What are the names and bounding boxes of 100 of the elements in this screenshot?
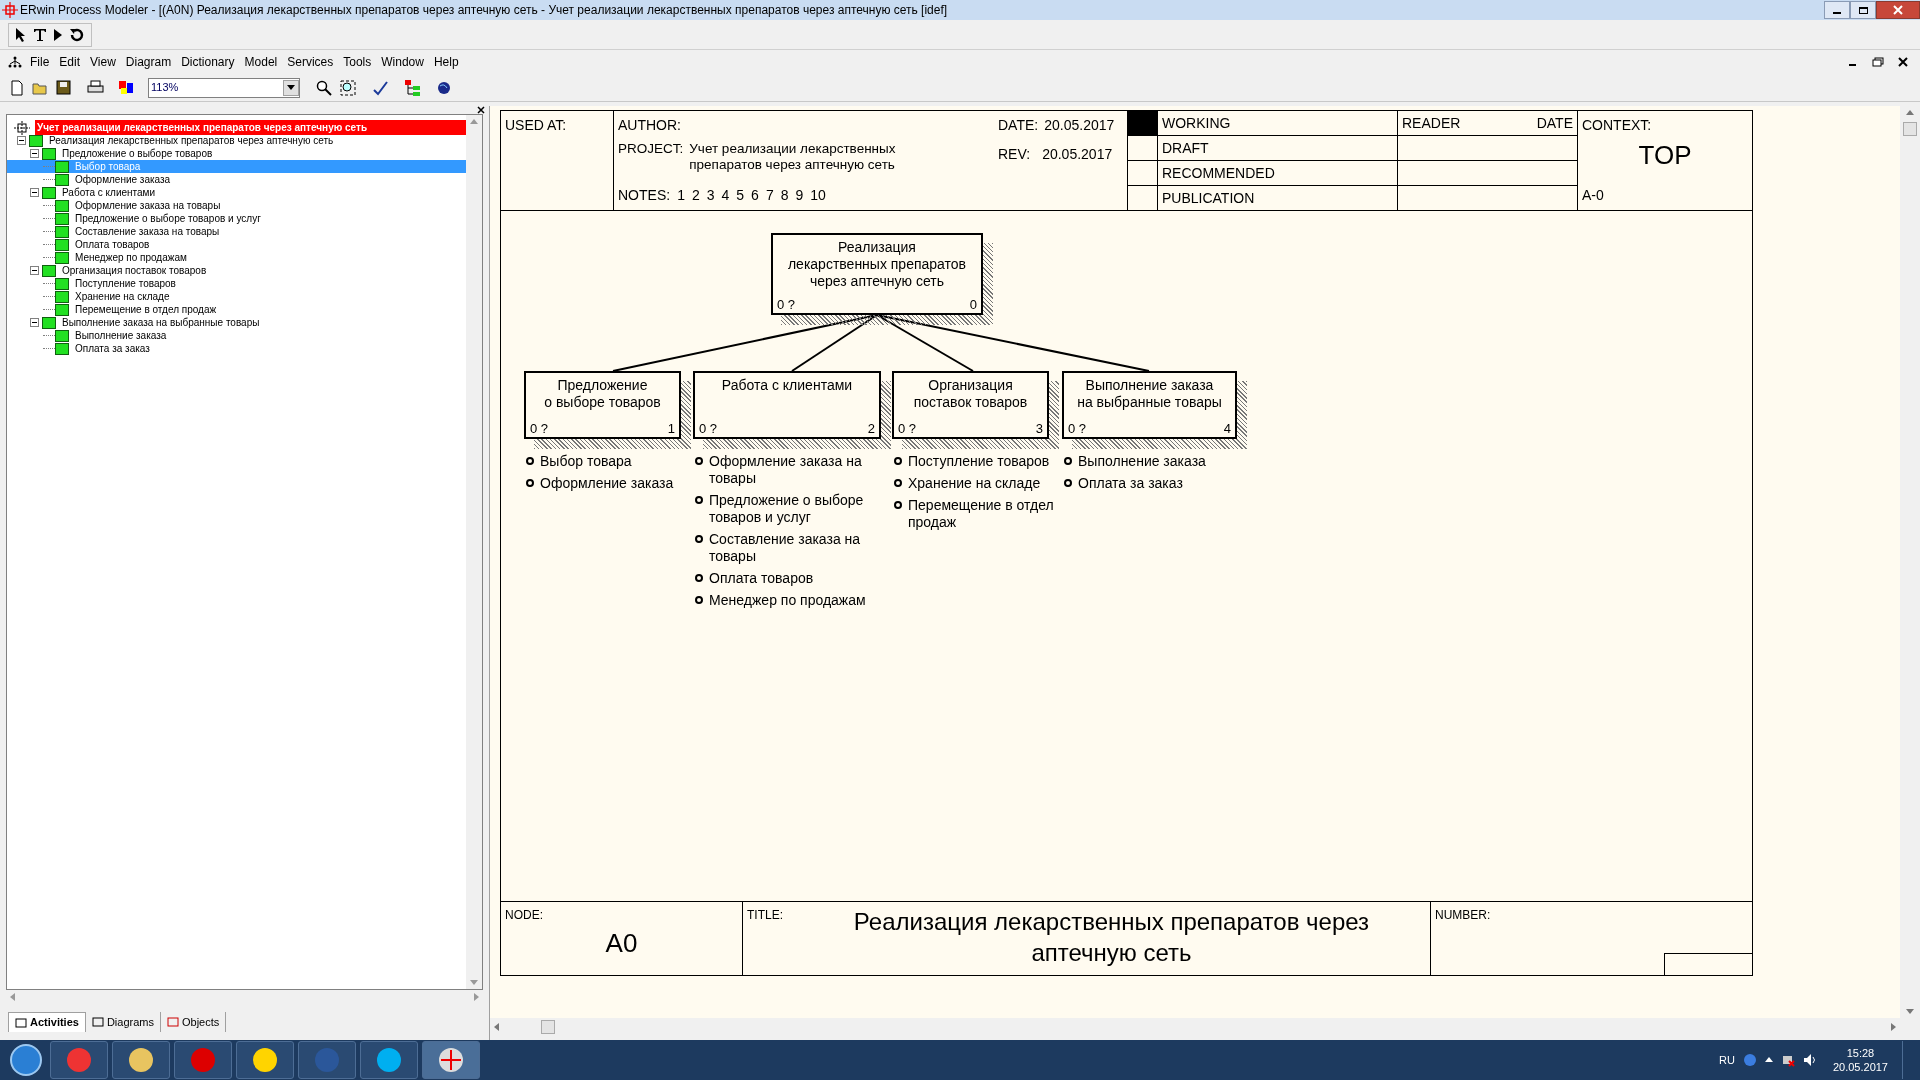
- zoom-dropdown[interactable]: 113%: [148, 77, 300, 98]
- network-icon[interactable]: [1780, 1053, 1795, 1067]
- collapse-icon[interactable]: [30, 149, 39, 158]
- menu-item[interactable]: Tools: [338, 53, 377, 71]
- note-number[interactable]: 8: [780, 185, 789, 206]
- folder-icon[interactable]: [32, 80, 48, 95]
- tree-item[interactable]: Поступление товаров: [75, 276, 176, 291]
- activity-box[interactable]: Предложение о выборе товаров 0 ? 1: [524, 371, 681, 439]
- menu-item[interactable]: Services: [282, 53, 339, 71]
- collapse-icon[interactable]: [30, 318, 39, 327]
- tree-item[interactable]: Перемещение в отдел продаж: [75, 302, 217, 317]
- tree-item[interactable]: Реализация лекарственных препаратов через аптечную сеть: [49, 133, 334, 148]
- play-icon[interactable]: [53, 27, 63, 42]
- tree-item[interactable]: Оплата за заказ: [75, 341, 150, 356]
- scroll-thumb[interactable]: [1903, 122, 1917, 136]
- activity-icon: [55, 199, 69, 212]
- scroll-thumb[interactable]: [541, 1020, 555, 1034]
- collapse-icon[interactable]: [30, 266, 39, 275]
- save-icon[interactable]: [56, 80, 71, 95]
- print-icon[interactable]: [87, 80, 104, 95]
- taskbar-app-button[interactable]: [112, 1041, 170, 1079]
- taskbar-app-button[interactable]: [360, 1041, 418, 1079]
- scroll-down-icon[interactable]: [1906, 1009, 1914, 1014]
- taskbar-app-button[interactable]: [422, 1041, 480, 1079]
- activity-icon: [55, 277, 69, 290]
- minimize-button[interactable]: [1824, 1, 1850, 19]
- activity-icon: [42, 147, 56, 160]
- zoom-fit-icon[interactable]: [340, 79, 356, 96]
- tree-item[interactable]: Составление заказа на товары: [75, 224, 220, 239]
- author-label: AUTHOR:: [618, 116, 682, 135]
- scroll-left-icon[interactable]: [494, 1023, 499, 1031]
- activity-icon: [29, 134, 43, 147]
- undo-icon[interactable]: [69, 26, 85, 43]
- model-title[interactable]: Учет реализации лекарственных препаратов через аптечную сеть: [35, 120, 466, 135]
- tree-item[interactable]: Менеджер по продажам: [75, 250, 187, 265]
- note-number[interactable]: 3: [706, 185, 715, 206]
- restore-icon[interactable]: [1872, 57, 1884, 67]
- text-tool-icon[interactable]: [33, 27, 47, 42]
- spellcheck-icon[interactable]: [372, 79, 388, 96]
- menu-item[interactable]: Window: [376, 53, 429, 71]
- activity-box[interactable]: Выполнение заказа на выбранные товары 0 ? 4: [1062, 371, 1237, 439]
- maximize-button[interactable]: [1850, 1, 1876, 19]
- bullet-icon: [1064, 479, 1072, 487]
- activity-box[interactable]: Организация поставок товаров 0 ? 3: [892, 371, 1049, 439]
- taskbar-app-button[interactable]: [236, 1041, 294, 1079]
- status-label: RECOMMENDED: [1162, 163, 1275, 183]
- tree-item[interactable]: Предложение о выборе товаров: [62, 146, 213, 161]
- menu-item[interactable]: Help: [428, 53, 464, 71]
- scroll-right-icon[interactable]: [1891, 1023, 1896, 1031]
- tree-item[interactable]: Оплата товаров: [75, 237, 150, 252]
- language-indicator[interactable]: RU: [1719, 1051, 1735, 1069]
- tree-item[interactable]: Выполнение заказа на выбранные товары: [62, 315, 260, 330]
- activity-box[interactable]: Работа с клиентами 0 ? 2: [693, 371, 881, 439]
- scroll-up-icon[interactable]: [1906, 110, 1914, 115]
- clock[interactable]: 15:28 20.05.2017: [1826, 1046, 1894, 1074]
- status-label: PUBLICATION: [1162, 188, 1255, 208]
- zoom-icon[interactable]: [316, 79, 332, 96]
- activity-number: 3: [1035, 421, 1043, 436]
- pointer-icon[interactable]: [15, 26, 27, 43]
- used-at-label: USED AT:: [505, 117, 567, 133]
- menu-item[interactable]: Diagram: [120, 53, 177, 71]
- note-number[interactable]: 1: [677, 185, 685, 206]
- explorer-tab[interactable]: Activities: [8, 1012, 86, 1032]
- menu-item[interactable]: File: [25, 53, 55, 71]
- globe-icon[interactable]: [436, 79, 452, 96]
- note-number[interactable]: 2: [691, 185, 700, 206]
- menu-item[interactable]: View: [85, 53, 121, 71]
- close-icon[interactable]: [1898, 57, 1908, 67]
- menu-item[interactable]: Model: [239, 53, 283, 71]
- tree-view-icon[interactable]: [404, 78, 422, 97]
- activity-icon: [42, 316, 56, 329]
- help-icon[interactable]: [1742, 1053, 1757, 1067]
- note-number[interactable]: 4: [721, 185, 730, 206]
- tree-item[interactable]: Работа с клиентами: [62, 185, 156, 200]
- activity-name: Выполнение заказа на выбранные товары: [1076, 376, 1223, 412]
- activity-icon: [55, 251, 69, 264]
- tree-item[interactable]: Хранение на складе: [75, 289, 170, 304]
- bullet-icon: [526, 479, 534, 487]
- note-number[interactable]: 5: [736, 185, 745, 206]
- tree-item[interactable]: Организация поставок товаров: [62, 263, 207, 278]
- tree-item[interactable]: Выполнение заказа: [75, 328, 167, 343]
- new-file-icon[interactable]: [10, 79, 24, 96]
- note-number[interactable]: 10: [810, 185, 826, 206]
- tree-item[interactable]: Оформление заказа на товары: [75, 198, 221, 213]
- close-button[interactable]: [1876, 1, 1920, 19]
- tray-arrow-icon[interactable]: [1764, 1056, 1773, 1064]
- activity-box[interactable]: Реализация лекарственных препаратов через аптечную сеть 0 ? 0: [771, 233, 983, 315]
- note-number[interactable]: 7: [765, 185, 774, 206]
- tree-item[interactable]: Предложение о выборе товаров и услуг: [75, 211, 261, 226]
- tree-item[interactable]: Оформление заказа: [75, 172, 171, 187]
- close-icon[interactable]: [477, 106, 485, 114]
- collapse-icon[interactable]: [30, 188, 39, 197]
- color-icon[interactable]: [118, 80, 134, 95]
- note-number[interactable]: 6: [751, 185, 759, 206]
- menu-item[interactable]: Dictionary: [176, 53, 240, 71]
- app-icon: [251, 1046, 279, 1074]
- activity-icon: [55, 225, 69, 238]
- menu-item[interactable]: Edit: [54, 53, 86, 71]
- note-number[interactable]: 9: [795, 185, 804, 206]
- collapse-icon[interactable]: [17, 136, 26, 145]
